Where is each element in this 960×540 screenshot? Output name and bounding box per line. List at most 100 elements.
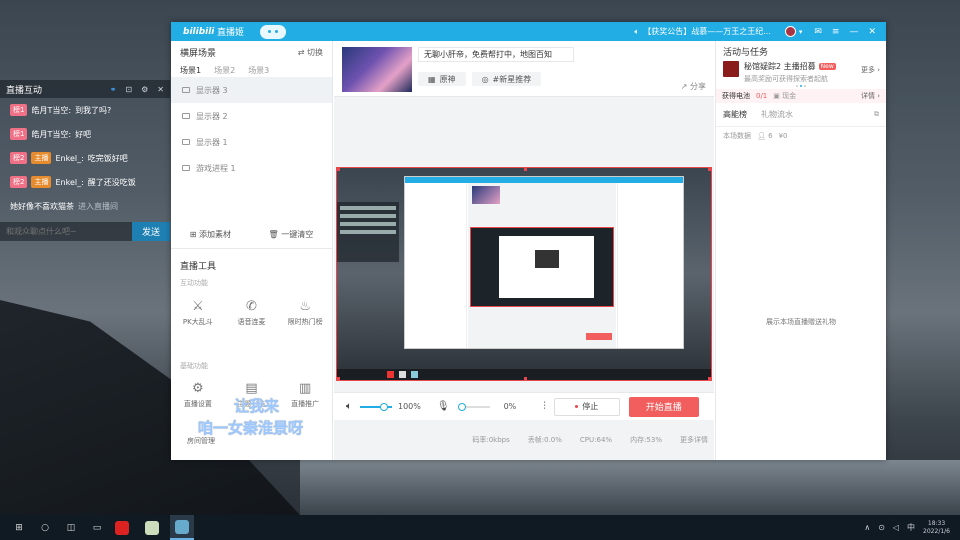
- pk-tool[interactable]: ⚔ PK大乱斗: [174, 299, 222, 327]
- image-app[interactable]: [140, 515, 164, 540]
- search-icon[interactable]: ○: [38, 521, 52, 535]
- pk-icon: ⚔: [192, 299, 204, 314]
- share-button[interactable]: ↗ 分享: [681, 81, 706, 92]
- voice-link-tool[interactable]: ✆ 语音连麦: [227, 299, 275, 327]
- mail-icon[interactable]: ✉: [814, 27, 822, 37]
- source-item[interactable]: 显示器 2: [171, 103, 332, 129]
- app-title: 直播姬: [217, 28, 245, 38]
- details-link[interactable]: 详情 ›: [861, 91, 880, 101]
- source-item[interactable]: 游戏进程 1: [171, 155, 332, 181]
- phone-icon: ✆: [246, 299, 257, 314]
- chat-text: 到我了吗?: [75, 105, 112, 115]
- add-source-button[interactable]: ⊞ 添加素材: [190, 229, 231, 240]
- chat-message: 榜2 主播 Enkel_: 醒了还没吃饭: [0, 170, 170, 194]
- new-badge: New: [818, 63, 836, 70]
- join-message: 她好像不喜欢猫茶 进入直播间: [0, 194, 170, 218]
- chevron-down-icon[interactable]: ▾: [799, 28, 803, 36]
- mixer-icon[interactable]: ⫶: [543, 401, 546, 412]
- close-icon[interactable]: ✕: [157, 85, 164, 94]
- progress-value: 0/1: [756, 92, 768, 100]
- chat-input-row: 发送: [0, 222, 170, 241]
- source-label: 显示器 1: [196, 137, 228, 147]
- volume-slider[interactable]: [360, 402, 392, 411]
- source-label: 显示器 3: [196, 85, 228, 95]
- document-icon: ▤: [245, 381, 258, 396]
- gear-icon: ⚙: [192, 381, 204, 396]
- mic-value: 0%: [503, 402, 517, 411]
- netease-music-app[interactable]: [110, 515, 134, 540]
- stop-button[interactable]: 停止: [553, 397, 620, 416]
- clock[interactable]: 18:33 2022/1/6: [923, 520, 950, 536]
- tag-pill[interactable]: ◎ #新星推荐: [471, 72, 542, 86]
- basic-title: 基础功能: [180, 362, 208, 370]
- status-item: 内存:53%: [630, 436, 662, 444]
- source-item[interactable]: 显示器 1: [171, 129, 332, 155]
- speaker-icon[interactable]: 🔈︎: [346, 401, 352, 412]
- explorer-icon[interactable]: ▭: [90, 521, 104, 535]
- host-badge: 主播: [31, 152, 52, 164]
- mic-slider[interactable]: [457, 402, 490, 411]
- stream-preview[interactable]: [336, 167, 712, 381]
- start-live-button[interactable]: 开始直播: [628, 396, 699, 417]
- stream-title[interactable]: 无聊小肝帝，免费帮打中，地图百知: [418, 47, 574, 62]
- category-pill[interactable]: ▦ 原神: [418, 72, 466, 86]
- chat-username: Enkel_:: [55, 177, 84, 187]
- source-item[interactable]: 显示器 3: [171, 77, 332, 103]
- session-data: 本场数据 👤︎ 6 ¥0: [723, 132, 788, 140]
- chat-message: 榜2 主播 Enkel_: 吃完饭好吧: [0, 146, 170, 170]
- tools-title: 直播工具: [180, 262, 217, 272]
- monitor-icon: [182, 165, 190, 171]
- join-text: 进入直播间: [78, 201, 118, 211]
- task-thumbnail: [723, 61, 739, 77]
- taskbar: ⊞ ○ ◫ ▭ ∧ ⊙ ◁ 中 18:33 2022/1/6: [0, 515, 960, 540]
- tab-scene-1[interactable]: 场景1: [180, 65, 201, 76]
- clear-sources-button[interactable]: 🗑︎ 一键清空: [269, 229, 314, 240]
- user-avatar[interactable]: [784, 26, 796, 37]
- link-icon[interactable]: ⚭: [110, 85, 117, 94]
- switch-button[interactable]: ⇄ 切换: [298, 47, 323, 58]
- speaker-icon: 🔈︎: [634, 26, 640, 36]
- close-window-icon[interactable]: ✕: [868, 27, 876, 37]
- tab-scene-3[interactable]: 场景3: [248, 65, 269, 76]
- more-link[interactable]: 更多 ›: [861, 65, 880, 75]
- send-button[interactable]: 发送: [132, 222, 170, 241]
- join-user: 她好像不喜欢猫茶: [10, 201, 74, 211]
- notice-bar[interactable]: 🔈︎ 【获奖公告】战慕——万王之王纪...: [634, 26, 770, 37]
- grid-icon: ▦: [428, 74, 436, 84]
- status-item: CPU:64%: [579, 436, 613, 444]
- tab-gift-flow[interactable]: 礼物流水: [761, 109, 793, 120]
- chat-input[interactable]: [0, 222, 132, 241]
- audio-controls: 🔈︎ 100% 🎙︎ 0% ⫶ 停止 开始直播: [334, 392, 714, 420]
- volume-value: 100%: [398, 402, 421, 411]
- live-interaction-overlay: 直播互动 ⚭ ⊡ ⚙ ✕ 榜1 皓月T当空: 到我了吗? 榜1 皓月T当空: 好吧 榜2 主播…: [0, 80, 170, 241]
- chat-username: Enkel_:: [55, 153, 84, 163]
- live-app-taskbar[interactable]: [170, 515, 194, 540]
- popout-icon[interactable]: ⧉: [874, 110, 879, 119]
- task-view-icon[interactable]: ◫: [64, 521, 78, 535]
- lock-icon[interactable]: ⊡: [125, 85, 132, 94]
- notice-text: 【获奖公告】战慕——万王之王纪...: [643, 27, 771, 36]
- stream-center: 无聊小肝帝，免费帮打中，地图百知 ▦ 原神 ◎ #新星推荐 ↗ 分享 🔈︎ 10…: [334, 41, 714, 460]
- more-details-link[interactable]: 更多详情: [680, 435, 708, 445]
- stream-cover[interactable]: [342, 47, 412, 92]
- ime-icon[interactable]: 中: [907, 522, 915, 533]
- chat-text: 吃完饭好吧: [87, 153, 128, 163]
- fan-rank-badge: 榜1: [10, 128, 28, 140]
- network-icon[interactable]: ⊙: [878, 523, 885, 532]
- gear-icon[interactable]: ⚙: [141, 85, 148, 94]
- menu-icon[interactable]: ≡: [832, 27, 840, 37]
- hot-rank-tool[interactable]: ♨ 限时热门榜: [281, 299, 329, 327]
- source-label: 游戏进程 1: [196, 163, 236, 173]
- tab-scene-2[interactable]: 场景2: [214, 65, 235, 76]
- fire-icon: ♨: [299, 299, 311, 314]
- chevron-up-icon[interactable]: ∧: [864, 523, 870, 532]
- volume-icon[interactable]: ◁: [893, 523, 899, 532]
- tab-rank[interactable]: 高能榜: [723, 109, 747, 120]
- preview-window: [404, 176, 684, 349]
- activity-task[interactable]: 秘馆疑踪2 主播招募 New 最高奖励可获得探索者起航 更多 ›: [716, 61, 886, 83]
- minimize-icon[interactable]: —: [849, 27, 858, 37]
- chat-message: 榜1 皓月T当空: 好吧: [0, 122, 170, 146]
- microphone-icon[interactable]: 🎙︎: [437, 401, 450, 412]
- windows-start-icon[interactable]: ⊞: [12, 521, 26, 535]
- interact-title: 互动功能: [180, 279, 208, 287]
